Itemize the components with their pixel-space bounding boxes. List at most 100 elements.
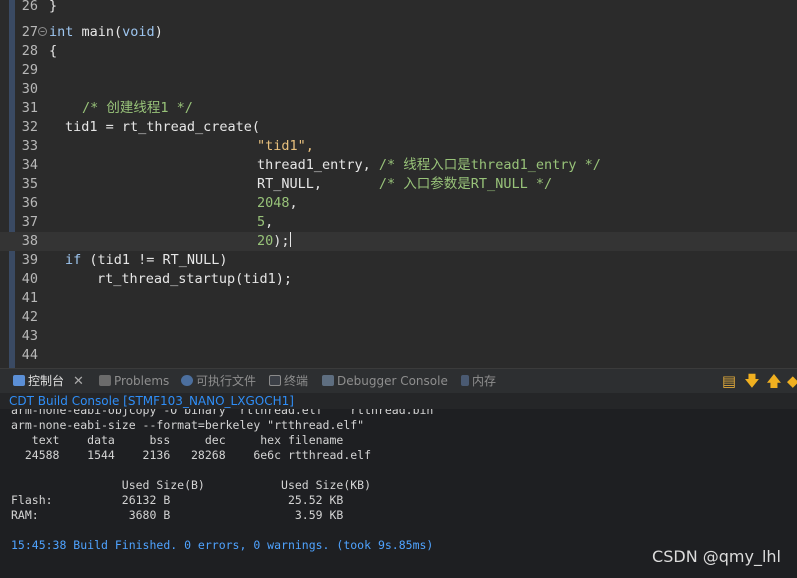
line-number: 29 — [21, 62, 38, 78]
code-text: { — [49, 43, 58, 59]
text-cursor — [289, 232, 291, 247]
console-icon — [13, 375, 25, 386]
line-number: 37 — [21, 214, 38, 230]
console-line: Used Size(B) Used Size(KB) — [11, 478, 372, 492]
code-fragment: ); — [273, 233, 290, 249]
code-number: 2048 — [257, 195, 290, 211]
line-number: 35 — [21, 176, 38, 192]
code-text: rt_thread_startup(tid1); — [97, 271, 293, 287]
code-line[interactable]: 32 tid1 = rt_thread_create( — [0, 118, 797, 137]
executables-icon — [181, 375, 193, 386]
line-number: 26 — [21, 0, 38, 14]
code-comment: /* 入口参数是RT_NULL */ — [378, 176, 553, 192]
code-line[interactable]: 37 5, — [0, 213, 797, 232]
console-line: Flash: 26132 B 25.52 KB — [11, 493, 344, 507]
code-fragment: , — [265, 214, 274, 230]
line-number: 27 — [21, 24, 38, 40]
problems-icon — [99, 375, 111, 386]
code-line[interactable]: 39 if (tid1 != RT_NULL) — [0, 251, 797, 270]
tab-label: Problems — [114, 374, 170, 388]
code-text: RT_NULL, /* 入口参数是RT_NULL */ — [257, 175, 552, 194]
tab-label: 控制台 — [28, 374, 65, 388]
code-text: int main(void) — [49, 23, 163, 42]
code-line[interactable]: 33 "tid1", — [0, 137, 797, 156]
line-number: 42 — [21, 309, 38, 325]
keyword: int — [49, 24, 74, 40]
console-line: arm-none-eabi-size --format=berkeley "rt… — [11, 418, 365, 432]
code-fragment: ) — [154, 24, 163, 40]
code-line[interactable]: 34 thread1_entry, /* 线程入口是thread1_entry … — [0, 156, 797, 175]
line-number: 41 — [21, 290, 38, 306]
close-icon[interactable]: ✕ — [73, 373, 84, 390]
watermark: CSDN @qmy_lhl — [652, 547, 781, 566]
code-text: 5, — [257, 213, 273, 232]
line-number: 40 — [21, 271, 38, 287]
code-editor[interactable]: 26 } 27 − int main(void) 28 { 29 30 31 /… — [0, 0, 797, 368]
keyword: if — [65, 252, 82, 268]
arrow-down-icon[interactable]: 🡇 — [743, 372, 761, 390]
code-fragment: RT_NULL, — [257, 176, 379, 192]
code-line[interactable]: 43 — [0, 327, 797, 346]
line-number: 31 — [21, 100, 38, 116]
code-line[interactable]: 31 /* 创建线程1 */ — [0, 99, 797, 118]
tab-label: 内存 — [472, 374, 497, 388]
pin-icon[interactable]: ◆ — [787, 372, 797, 390]
display-console-icon[interactable]: ▤ — [720, 372, 738, 390]
code-text: 20); — [257, 232, 291, 251]
line-number: 44 — [21, 347, 38, 363]
line-number: 30 — [21, 81, 38, 97]
tab-label: Debugger Console — [337, 374, 448, 388]
code-line[interactable]: 44 — [0, 346, 797, 365]
code-line[interactable]: 35 RT_NULL, /* 入口参数是RT_NULL */ — [0, 175, 797, 194]
current-code-line[interactable]: 38 20); — [0, 232, 797, 251]
tab-label: 可执行文件 — [196, 374, 257, 388]
line-number: 39 — [21, 252, 38, 268]
line-number: 28 — [21, 43, 38, 59]
line-number: 36 — [21, 195, 38, 211]
fold-collapse-icon[interactable]: − — [38, 27, 47, 36]
line-number: 38 — [21, 233, 38, 249]
tab-console[interactable]: 控制台 — [13, 373, 64, 390]
code-line[interactable]: 36 2048, — [0, 194, 797, 213]
line-number: 33 — [21, 138, 38, 154]
arrow-up-icon[interactable]: 🡅 — [765, 372, 783, 390]
code-string: "tid1", — [257, 138, 314, 154]
line-number: 32 — [21, 119, 38, 135]
code-fragment: , — [289, 195, 298, 211]
tab-memory[interactable]: 内存 — [461, 373, 496, 390]
code-line[interactable]: 26 } — [0, 0, 797, 16]
code-text: thread1_entry, /* 线程入口是thread1_entry */ — [257, 156, 601, 175]
code-fragment: main( — [73, 24, 123, 40]
memory-icon — [461, 375, 469, 386]
tab-problems[interactable]: Problems — [99, 373, 169, 390]
keyword: void — [122, 24, 155, 40]
code-text: } — [49, 0, 58, 14]
console-line: arm-none-eabi-objcopy -O binary "rtthrea… — [11, 409, 441, 417]
code-line[interactable]: 40 rt_thread_startup(tid1); — [0, 270, 797, 289]
code-text: 2048, — [257, 194, 298, 213]
code-line[interactable]: 42 — [0, 308, 797, 327]
console-line: text data bss dec hex filename — [11, 433, 344, 447]
debugger-console-icon — [322, 375, 334, 386]
code-text: tid1 = rt_thread_create( — [65, 119, 261, 135]
tab-debugger-console[interactable]: Debugger Console — [322, 373, 448, 390]
code-line[interactable]: 29 — [0, 61, 797, 80]
build-finished-message: 15:45:38 Build Finished. 0 errors, 0 war… — [11, 538, 434, 552]
code-line[interactable]: 27 − int main(void) — [0, 23, 797, 42]
console-title: CDT Build Console [STMF103_NANO_LXGOCH1] — [0, 393, 797, 409]
code-line[interactable]: 41 — [0, 289, 797, 308]
tab-executables[interactable]: 可执行文件 — [181, 373, 256, 390]
tab-terminal[interactable]: 终端 — [269, 373, 308, 390]
bottom-panel-tabbar: 控制台 ✕ Problems 可执行文件 终端 Debugger Console… — [0, 368, 797, 394]
code-number: 20 — [257, 233, 274, 249]
terminal-icon — [269, 375, 281, 386]
code-text: if (tid1 != RT_NULL) — [65, 251, 228, 270]
code-fragment: thread1_entry, — [257, 157, 379, 173]
tab-label: 终端 — [284, 374, 309, 388]
code-comment: /* 线程入口是thread1_entry */ — [378, 157, 601, 173]
code-comment: /* 创建线程1 */ — [82, 100, 193, 116]
code-line[interactable]: 30 — [0, 80, 797, 99]
code-line[interactable]: 28 { — [0, 42, 797, 61]
build-console-output[interactable]: arm-none-eabi-objcopy -O binary "rtthrea… — [0, 409, 797, 578]
console-line: RAM: 3680 B 3.59 KB — [11, 508, 344, 522]
